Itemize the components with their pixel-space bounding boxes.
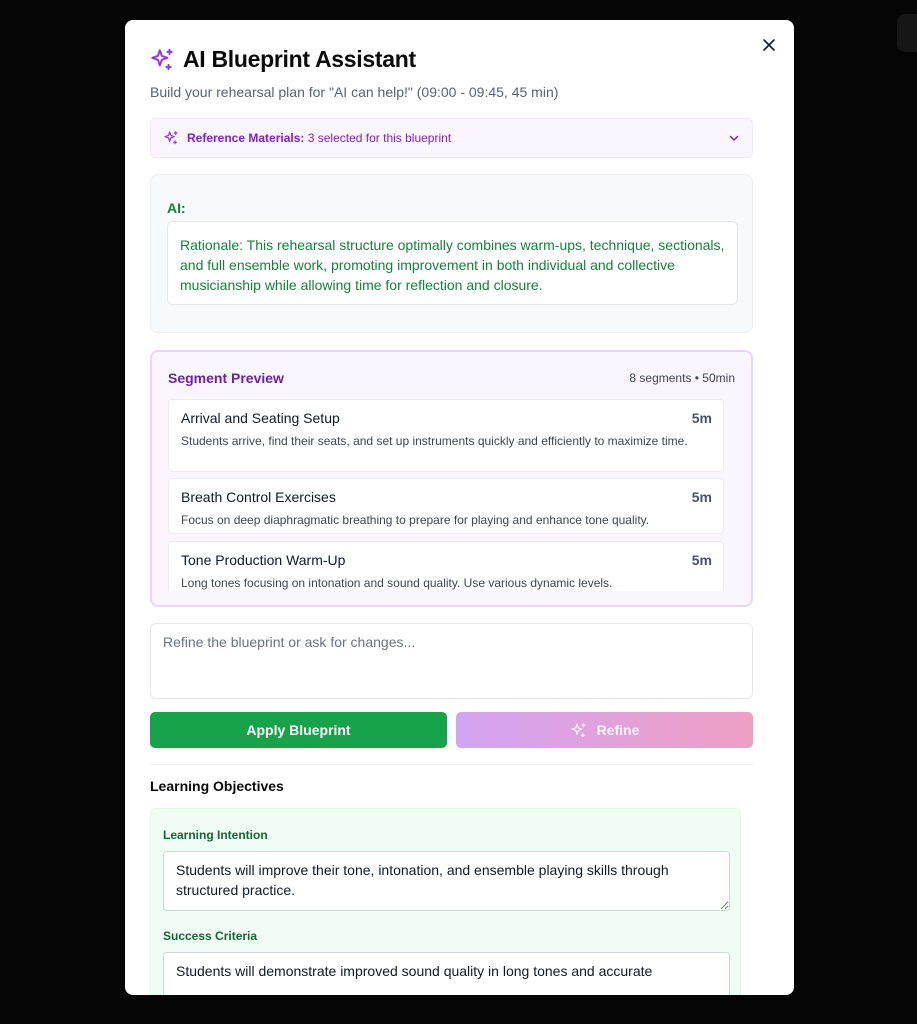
close-button[interactable] [760, 36, 778, 54]
close-icon [763, 39, 775, 51]
segment-duration: 5m [691, 489, 712, 505]
apply-blueprint-button[interactable]: Apply Blueprint [150, 712, 447, 748]
sparkles-icon [151, 48, 173, 70]
modal-header: AI Blueprint Assistant [149, 46, 416, 73]
ai-speaker-label: AI: [167, 200, 186, 216]
segment-preview-panel: Segment Preview 8 segments • 50min Arriv… [150, 350, 753, 607]
sparkles-icon [571, 722, 586, 737]
segment-item[interactable]: Tone Production Warm-Up 5m Long tones fo… [168, 541, 724, 591]
segment-item[interactable]: Arrival and Seating Setup 5m Students ar… [168, 399, 724, 472]
refine-button-label: Refine [596, 722, 640, 738]
segment-title: Breath Control Exercises [181, 489, 336, 505]
segment-title: Arrival and Seating Setup [181, 410, 340, 426]
reference-materials-text: Reference Materials: 3 selected for this… [187, 131, 451, 145]
modal-title: AI Blueprint Assistant [183, 46, 416, 72]
refine-button[interactable]: Refine [456, 712, 753, 748]
segment-preview-title: Segment Preview [168, 370, 284, 386]
success-criteria-label: Success Criteria [163, 929, 258, 943]
segment-description: Students arrive, find their seats, and s… [181, 434, 688, 448]
learning-objectives-panel: Learning Intention Students will improve… [150, 808, 741, 995]
chevron-down-icon [728, 132, 740, 144]
segment-description: Focus on deep diaphragmatic breathing to… [181, 513, 650, 527]
refine-input[interactable] [150, 623, 753, 699]
sparkles-icon [164, 131, 178, 145]
section-divider [150, 764, 753, 765]
reference-materials-label: Reference Materials: [187, 131, 305, 145]
background-window-edge [897, 14, 917, 52]
learning-intention-field[interactable]: Students will improve their tone, intona… [163, 851, 730, 911]
segment-list[interactable]: Arrival and Seating Setup 5m Students ar… [168, 399, 724, 591]
segment-duration: 5m [691, 410, 712, 426]
modal-subtitle: Build your rehearsal plan for "AI can he… [150, 84, 559, 100]
segment-title: Tone Production Warm-Up [181, 552, 346, 568]
segment-preview-meta: 8 segments • 50min [629, 371, 735, 385]
learning-intention-label: Learning Intention [163, 828, 268, 842]
segment-duration: 5m [691, 552, 712, 568]
blueprint-modal: AI Blueprint Assistant Build your rehear… [125, 20, 794, 995]
segment-item[interactable]: Breath Control Exercises 5m Focus on dee… [168, 478, 724, 534]
reference-materials-summary: 3 selected for this blueprint [307, 131, 452, 145]
success-criteria-field[interactable]: Students will demonstrate improved sound… [163, 952, 730, 995]
ai-message-panel: AI: Rationale: This rehearsal structure … [150, 174, 753, 333]
reference-materials-toggle[interactable]: Reference Materials: 3 selected for this… [150, 118, 753, 158]
ai-message-text: Rationale: This rehearsal structure opti… [167, 221, 738, 305]
segment-description: Long tones focusing on intonation and so… [181, 576, 613, 590]
learning-objectives-title: Learning Objectives [150, 778, 284, 794]
